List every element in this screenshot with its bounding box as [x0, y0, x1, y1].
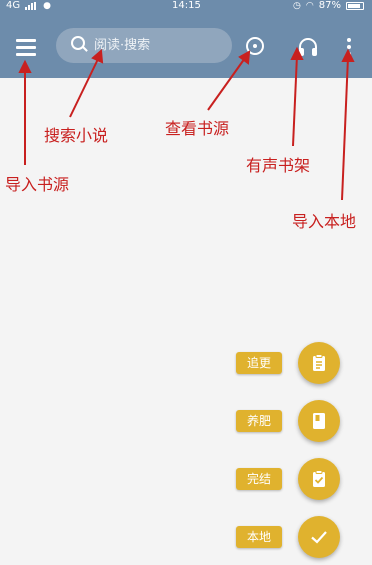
annotation-audio-shelf: 有声书架	[246, 156, 311, 175]
annotation-import-local: 导入本地	[292, 212, 357, 231]
fab-button[interactable]	[298, 458, 340, 500]
arrow-audio-shelf	[292, 54, 298, 147]
clipboard-check-icon	[313, 470, 325, 487]
annotation-search-novel: 搜索小说	[44, 126, 109, 145]
fab-button[interactable]	[298, 342, 340, 384]
arrow-import-local	[341, 56, 349, 201]
fab-item-fattening[interactable]: 养肥	[236, 400, 344, 444]
arrowhead-view-source	[238, 50, 251, 65]
book-icon	[313, 413, 325, 429]
fab-item-local[interactable]: 本地	[236, 516, 344, 560]
fab-button[interactable]	[298, 400, 340, 442]
fab-button[interactable]	[298, 516, 340, 558]
fab-label[interactable]: 养肥	[236, 410, 282, 432]
fab-item-following[interactable]: 追更	[236, 342, 344, 386]
fab-label[interactable]: 完结	[236, 468, 282, 490]
fab-label[interactable]: 追更	[236, 352, 282, 374]
arrowhead-import-source	[18, 59, 32, 73]
fab-item-completed[interactable]: 完结	[236, 458, 344, 502]
arrow-search-novel	[69, 56, 100, 118]
check-icon	[311, 531, 327, 544]
annotation-import-source: 导入书源	[5, 175, 70, 194]
annotation-view-source: 查看书源	[165, 119, 230, 138]
clipboard-icon	[313, 354, 325, 371]
arrowhead-search-novel	[91, 48, 104, 64]
arrowhead-audio-shelf	[290, 46, 304, 60]
arrow-view-source	[207, 57, 246, 111]
fab-label[interactable]: 本地	[236, 526, 282, 548]
arrowhead-import-local	[341, 48, 355, 62]
